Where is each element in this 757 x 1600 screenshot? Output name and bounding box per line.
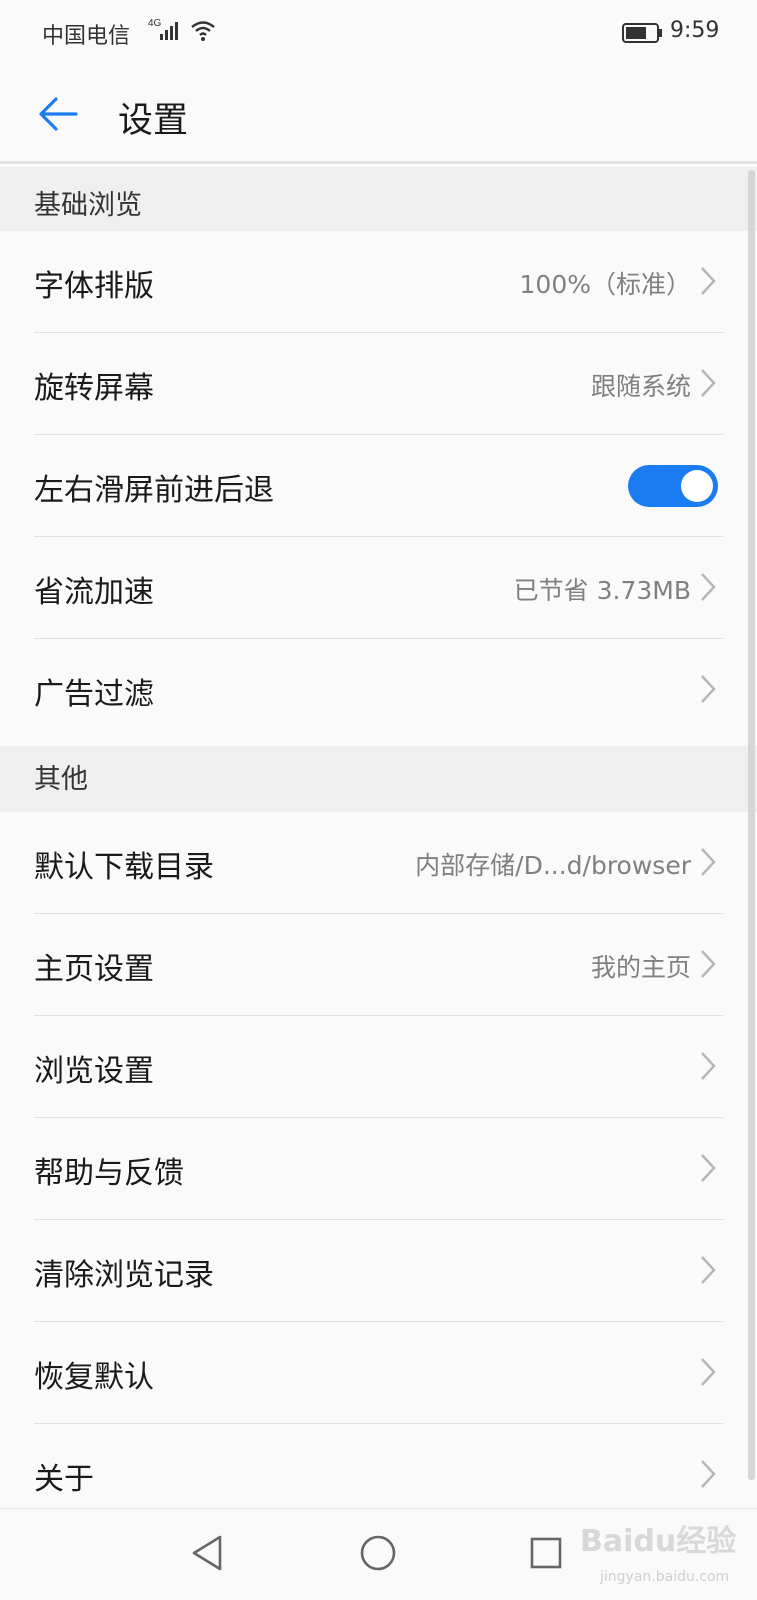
settings-row-rotate-screen[interactable]: 旋转屏幕 跟随系统 — [0, 333, 757, 435]
row-value: 100%（标准） — [519, 270, 691, 299]
row-label: 旋转屏幕 — [34, 371, 154, 406]
settings-row-data-saver[interactable]: 省流加速 已节省 3.73MB — [0, 537, 757, 639]
cellular-signal-icon: 4G — [148, 16, 184, 48]
system-nav-bar: Baidu经验 jingyan.baidu.com — [0, 1508, 757, 1600]
chevron-right-icon — [699, 846, 717, 882]
settings-row-swipe-navigation: 左右滑屏前进后退 — [0, 435, 757, 537]
row-label: 左右滑屏前进后退 — [34, 473, 274, 508]
row-label: 默认下载目录 — [34, 850, 214, 885]
back-button[interactable] — [28, 86, 88, 142]
arrow-left-icon — [39, 97, 78, 131]
row-label: 浏览设置 — [34, 1054, 154, 1089]
row-label: 字体排版 — [34, 269, 154, 304]
row-label: 帮助与反馈 — [34, 1156, 184, 1191]
row-value: 跟随系统 — [590, 372, 691, 401]
chevron-right-icon — [699, 948, 717, 984]
watermark-logo: Baidu经验 — [580, 1524, 737, 1559]
toggle-knob — [681, 470, 713, 502]
settings-row-help-feedback[interactable]: 帮助与反馈 — [0, 1118, 757, 1220]
status-bar: 中国电信 4G 9:59 — [0, 0, 757, 64]
carrier-name: 中国电信 — [42, 24, 131, 49]
row-value: 已节省 3.73MB — [513, 576, 691, 605]
settings-row-font-layout[interactable]: 字体排版 100%（标准） — [0, 231, 757, 333]
row-label: 省流加速 — [34, 575, 154, 610]
row-label: 广告过滤 — [34, 677, 154, 712]
chevron-right-icon — [699, 1254, 717, 1290]
row-value: 内部存储/D...d/browser — [415, 851, 691, 880]
app-bar: 设置 — [0, 64, 757, 164]
page-title: 设置 — [118, 101, 189, 141]
settings-row-browsing-settings[interactable]: 浏览设置 — [0, 1016, 757, 1118]
chevron-right-icon — [699, 1356, 717, 1392]
wifi-icon — [190, 18, 216, 46]
row-label: 恢复默认 — [34, 1360, 154, 1395]
triangle-back-icon[interactable] — [190, 1533, 226, 1577]
circle-home-icon[interactable] — [358, 1533, 398, 1577]
settings-row-homepage[interactable]: 主页设置 我的主页 — [0, 914, 757, 1016]
swipe-navigation-toggle[interactable] — [628, 465, 718, 507]
scrollbar[interactable] — [748, 170, 755, 1480]
row-value: 我的主页 — [590, 953, 691, 982]
settings-row-download-directory[interactable]: 默认下载目录 内部存储/D...d/browser — [0, 812, 757, 914]
chevron-right-icon — [699, 265, 717, 301]
row-label: 关于 — [34, 1462, 94, 1497]
settings-row-about[interactable]: 关于 — [0, 1424, 757, 1508]
status-time: 9:59 — [670, 18, 720, 43]
chevron-right-icon — [699, 571, 717, 607]
settings-row-ad-filter[interactable]: 广告过滤 — [0, 639, 757, 741]
chevron-right-icon — [699, 1050, 717, 1086]
chevron-right-icon — [699, 1152, 717, 1188]
square-recent-icon[interactable] — [528, 1533, 564, 1577]
network-type-label: 4G — [148, 18, 162, 29]
chevron-right-icon — [699, 673, 717, 709]
battery-icon — [622, 22, 664, 48]
section-header-basic-browsing: 基础浏览 — [0, 167, 757, 231]
watermark-url: jingyan.baidu.com — [600, 1569, 730, 1585]
chevron-right-icon — [699, 1458, 717, 1494]
settings-row-clear-history[interactable]: 清除浏览记录 — [0, 1220, 757, 1322]
chevron-right-icon — [699, 367, 717, 403]
settings-row-restore-defaults[interactable]: 恢复默认 — [0, 1322, 757, 1424]
row-label: 清除浏览记录 — [34, 1258, 214, 1293]
row-label: 主页设置 — [34, 952, 154, 987]
section-header-other: 其他 — [0, 746, 757, 812]
